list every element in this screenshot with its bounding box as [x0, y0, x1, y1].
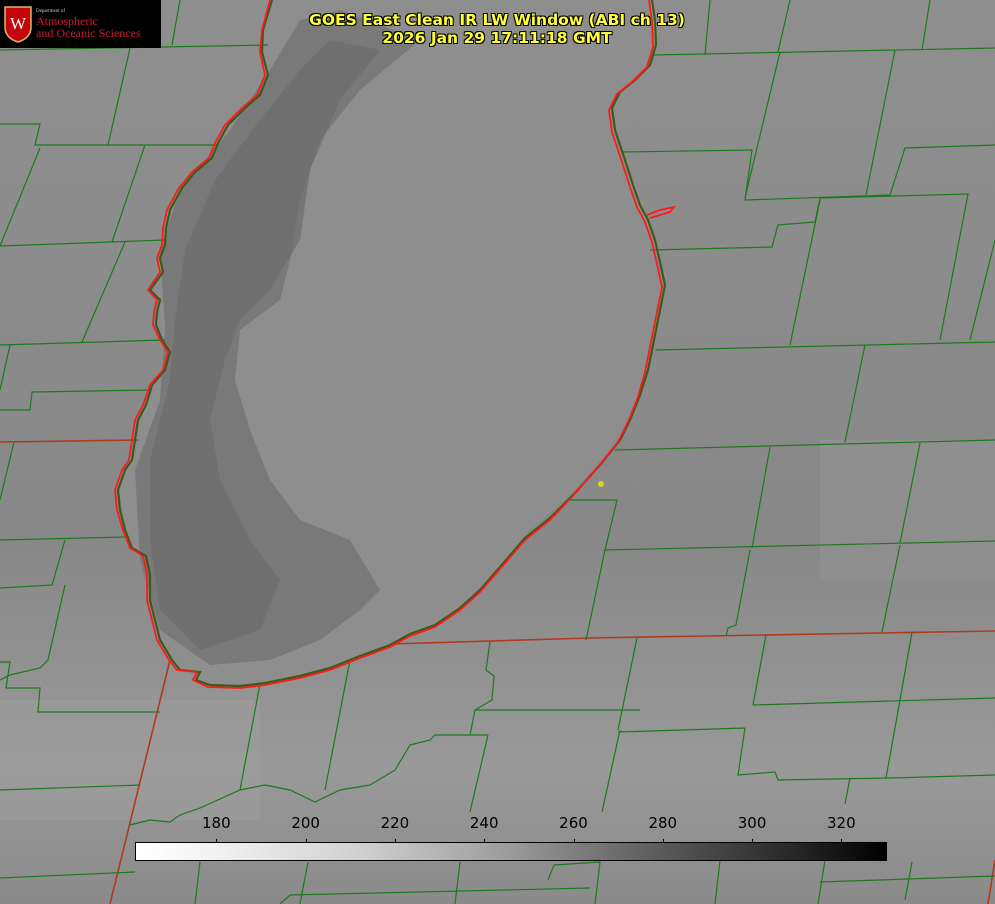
title-product: GOES East Clean IR LW Window (ABI ch 13)	[309, 11, 685, 29]
satellite-image-viewer: W Department of Atmospheric and Oceanic …	[0, 0, 995, 904]
colorbar-tick-label: 240	[469, 814, 499, 832]
land-lighter-patch-right	[820, 440, 995, 580]
logo-line-2: and Oceanic Sciences	[36, 26, 141, 40]
logo-wordmark: Department of Atmospheric and Oceanic Sc…	[36, 9, 141, 39]
colorbar-tick-label: 180	[202, 814, 231, 832]
colorbar-gradient	[135, 842, 887, 861]
colorbar-tick-label: 220	[380, 814, 410, 832]
colorbar-tick-label: 260	[559, 814, 588, 832]
uw-crest-icon: W	[4, 6, 32, 43]
colorbar-tick-label: 200	[291, 814, 320, 832]
uw-aos-logo: W Department of Atmospheric and Oceanic …	[0, 0, 161, 48]
svg-text:W: W	[10, 14, 27, 33]
colorbar-tick-label: 320	[827, 814, 856, 832]
colorbar-tick-label: 280	[648, 814, 678, 832]
satellite-map	[0, 0, 995, 904]
image-title: GOES East Clean IR LW Window (ABI ch 13)…	[297, 11, 697, 47]
temperature-colorbar: 180 200 220 240 260 280 300 320	[135, 812, 887, 861]
colorbar-tick-label: 300	[737, 814, 767, 832]
location-marker	[598, 481, 604, 487]
title-timestamp: 2026 Jan 29 17:11:18 GMT	[382, 29, 612, 47]
land-lighter-patch	[0, 700, 260, 820]
